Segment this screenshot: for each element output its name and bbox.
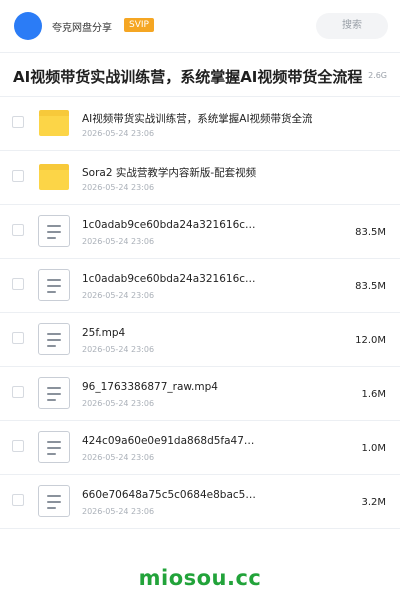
avatar[interactable] [14,12,42,40]
checkbox[interactable] [12,224,24,236]
checkbox[interactable] [12,440,24,452]
checkbox[interactable] [12,170,24,182]
item-name: 1c0adab9ce60bda24a321616c… [82,273,256,285]
item-size: 1.0M [361,443,386,454]
list-item[interactable]: 1c0adab9ce60bda24a321616c… 2026-05-24 23… [0,205,400,259]
item-size: 1.6M [361,389,386,400]
svip-badge: SVIP [124,18,154,32]
list-item[interactable]: 25f.mp4 2026-05-24 23:06 12.0M [0,313,400,367]
item-date: 2026-05-24 23:06 [82,453,155,462]
item-size: 83.5M [355,281,386,292]
total-size: 2.6G [368,71,387,80]
item-name: 424c09a60e0e91da868d5fa47… [82,435,255,447]
item-name: AI视频带货实战训练营，系统掌握AI视频带货全流程 [82,113,312,125]
checkbox[interactable] [12,494,24,506]
item-name: 1c0adab9ce60bda24a321616c… [82,219,256,231]
file-icon [38,215,70,247]
file-icon [38,269,70,301]
item-name: 660e70648a75c5c0684e8bac5… [82,489,256,501]
item-date: 2026-05-24 23:06 [82,507,155,516]
item-name: 96_1763386877_raw.mp4 [82,381,218,393]
item-date: 2026-05-24 23:06 [82,399,155,408]
top-bar: 夸克网盘分享 SVIP 搜索 [0,0,400,52]
item-size: 12.0M [355,335,386,346]
folder-icon [39,164,69,190]
folder-icon [39,110,69,136]
list-item[interactable]: 96_1763386877_raw.mp4 2026-05-24 23:06 1… [0,367,400,421]
watermark: miosou.cc [138,566,262,590]
file-icon [38,377,70,409]
list-item[interactable]: AI视频带货实战训练营，系统掌握AI视频带货全流程 2026-05-24 23:… [0,97,400,151]
item-name: Sora2 实战营教学内容新版-配套视频 [82,167,257,179]
list-item[interactable]: 660e70648a75c5c0684e8bac5… 2026-05-24 23… [0,475,400,529]
username[interactable]: 夸克网盘分享 [52,19,112,34]
list-item[interactable]: Sora2 实战营教学内容新版-配套视频 2026-05-24 23:06 [0,151,400,205]
file-icon [38,431,70,463]
checkbox[interactable] [12,116,24,128]
file-list: AI视频带货实战训练营，系统掌握AI视频带货全流程 2026-05-24 23:… [0,97,400,529]
item-name: 25f.mp4 [82,327,126,339]
checkbox[interactable] [12,332,24,344]
checkbox[interactable] [12,386,24,398]
item-date: 2026-05-24 23:06 [82,291,155,300]
file-icon [38,485,70,517]
item-size: 3.2M [361,497,386,508]
list-item[interactable]: 1c0adab9ce60bda24a321616c… 2026-05-24 23… [0,259,400,313]
item-date: 2026-05-24 23:06 [82,237,155,246]
list-item[interactable]: 424c09a60e0e91da868d5fa47… 2026-05-24 23… [0,421,400,475]
folder-title-row: AI视频带货实战训练营，系统掌握AI视频带货全流程 2.6G [0,52,400,97]
page-title: AI视频带货实战训练营，系统掌握AI视频带货全流程 [13,68,363,86]
item-date: 2026-05-24 23:06 [82,345,155,354]
checkbox[interactable] [12,278,24,290]
item-date: 2026-05-24 23:06 [82,183,155,192]
file-icon [38,323,70,355]
search-button[interactable]: 搜索 [316,13,388,39]
item-date: 2026-05-24 23:06 [82,129,155,138]
item-size: 83.5M [355,227,386,238]
